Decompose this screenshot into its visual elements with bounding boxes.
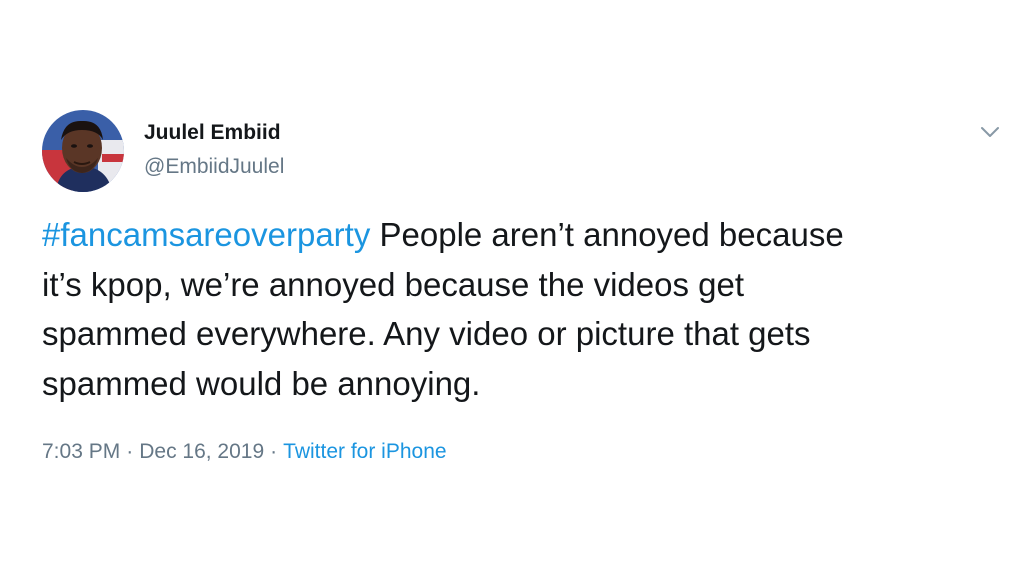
profile-photo-icon bbox=[42, 110, 124, 192]
tweet-date[interactable]: Dec 16, 2019 bbox=[139, 440, 264, 463]
chevron-down-icon[interactable] bbox=[976, 118, 1004, 146]
tweet-text-line-4: spammed would be annoying. bbox=[42, 364, 481, 402]
display-name[interactable]: Juulel Embiid bbox=[144, 121, 281, 145]
tweet-text: #fancamsareoverparty People aren’t annoy… bbox=[42, 210, 992, 408]
tweet-source-link[interactable]: Twitter for iPhone bbox=[283, 440, 446, 463]
tweet-text-line-3: spammed everywhere. Any video or picture… bbox=[42, 315, 811, 352]
tweet-text-line-1: #fancamsareoverparty People aren’t annoy… bbox=[42, 210, 992, 260]
tweet-text-segment: People aren’t annoyed because bbox=[370, 216, 844, 253]
user-handle[interactable]: @EmbiidJuulel bbox=[144, 155, 284, 179]
hashtag-link[interactable]: #fancamsareoverparty bbox=[42, 216, 370, 253]
avatar[interactable] bbox=[42, 110, 124, 192]
tweet-card: Juulel Embiid @EmbiidJuulel #fancamsareo… bbox=[0, 0, 1024, 576]
tweet-text-line-2: it’s kpop, we’re annoyed because the vid… bbox=[42, 265, 745, 303]
meta-separator: · bbox=[126, 440, 134, 463]
tweet-meta: 7:03 PM · Dec 16, 2019 · Twitter for iPhone bbox=[42, 440, 447, 464]
tweet-time[interactable]: 7:03 PM bbox=[42, 440, 120, 463]
meta-separator: · bbox=[270, 440, 278, 463]
